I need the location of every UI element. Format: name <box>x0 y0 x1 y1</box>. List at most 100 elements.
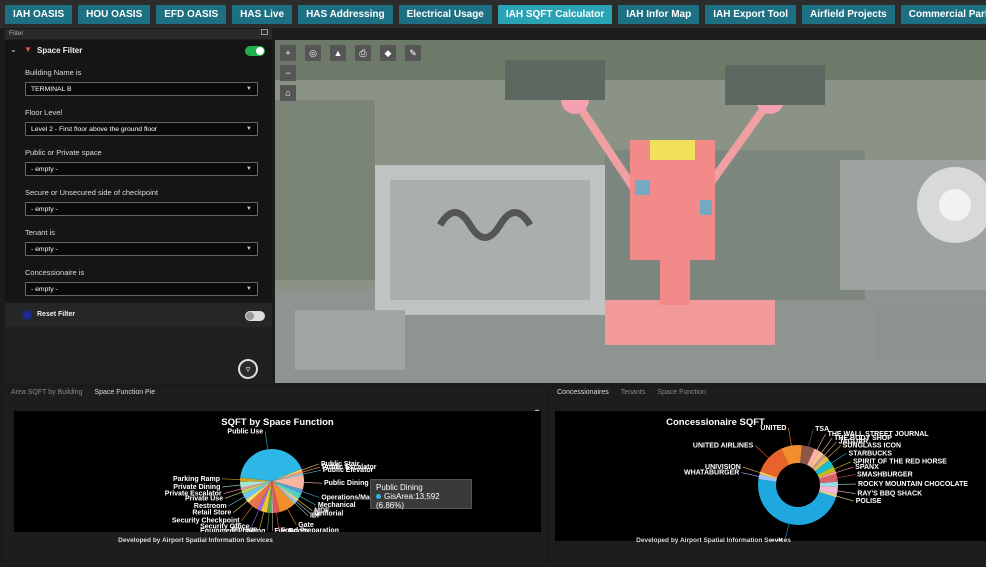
slice-label-7: Private Dining <box>173 484 220 491</box>
slice-label-12: SPANX <box>855 464 879 471</box>
home-button[interactable]: ⌂ <box>280 85 296 101</box>
leader-line-16 <box>836 495 854 502</box>
print-button[interactable]: ⎙ <box>355 45 371 61</box>
field-select-3[interactable]: - empty - ▼ <box>25 202 258 216</box>
chevron-down-icon: ▼ <box>246 126 252 132</box>
field-label-0: Building Name is <box>25 68 82 77</box>
leader-line-15 <box>837 490 856 494</box>
leader-line-12 <box>303 469 321 475</box>
tab-9[interactable]: Airfield Projects <box>802 5 895 24</box>
leader-line-11 <box>834 461 852 470</box>
slice-label-8: Parking Ramp <box>173 476 220 483</box>
bottom_right-tab-0[interactable]: Concessionaires <box>557 389 609 396</box>
field-value-4: - empty - <box>31 246 58 253</box>
locate-icon: ◎ <box>309 48 317 58</box>
leader-line-14 <box>302 491 320 498</box>
credit-text-2: Developed by Airport Spatial Information… <box>636 537 791 544</box>
app-window: IAH OASIS HOU OASIS EFD OASIS HAS Live HAS A… <box>0 0 986 567</box>
chevron-down-icon[interactable]: ⌄ <box>10 45 17 54</box>
pie-chart-title: SQFT by Space Function <box>221 417 334 428</box>
leader-line-2 <box>241 506 253 521</box>
bottom_left-tab-0[interactable]: Area SQFT by Building <box>11 389 82 396</box>
slice-label-14: ROCKY MOUNTAIN CHOCOLATE <box>858 481 968 488</box>
filter-action-button[interactable]: ▿ <box>238 359 258 379</box>
field-label-4: Tenant is <box>25 228 56 237</box>
measure-button[interactable]: ◆ <box>380 45 396 61</box>
chevron-down-icon: ▼ <box>246 86 252 92</box>
bottom-left-panel: Area SQFT by Building Space Function Pie … <box>5 388 546 567</box>
field-value-5: - empty - <box>31 286 58 293</box>
slice-label-13: SMASHBURGER <box>857 472 913 479</box>
tab-2[interactable]: EFD OASIS <box>156 5 227 24</box>
bottom-left-tabs: Area SQFT by Building Space Function Pie <box>5 388 546 399</box>
leader-line-9 <box>827 445 841 459</box>
series-color-dot <box>376 494 381 499</box>
tab-6[interactable]: IAH SQFT Calculator <box>497 5 613 24</box>
tab-bar: IAH OASIS HOU OASIS EFD OASIS HAS Live HAS A… <box>0 0 986 28</box>
leader-line-1 <box>251 510 260 527</box>
slice-label-9: SUNGLASS ICON <box>843 443 901 450</box>
leader-line-3 <box>233 501 248 513</box>
tab-7[interactable]: IAH Infor Map <box>618 5 700 24</box>
leader-line-6 <box>816 433 826 450</box>
reset-filter-bar: Reset Filter <box>5 303 272 327</box>
filter-body: ⌄ ▼ Space Filter Building Name is TERMINA… <box>5 40 272 303</box>
chevron-down-icon: ▼ <box>246 166 252 172</box>
reset-filter-label: Reset Filter <box>37 311 76 318</box>
tab-3[interactable]: HAS Live <box>232 5 293 24</box>
bottom_right-tab-2[interactable]: Space Function <box>657 389 706 396</box>
filter-icon: ▼ <box>24 45 32 54</box>
field-value-1: Level 2 - First floor above the ground f… <box>31 126 158 133</box>
tab-4[interactable]: HAS Addressing <box>298 5 393 24</box>
tooltip-value-row: GisArea:13,592 (6.86%) <box>376 492 466 510</box>
leader-line-13 <box>303 482 322 484</box>
measure-icon: ◆ <box>384 48 392 58</box>
bottom_right-tab-1[interactable]: Tenants <box>621 389 646 396</box>
leader-line-22 <box>267 512 270 531</box>
tab-8[interactable]: IAH Export Tool <box>705 5 797 24</box>
maximize-icon[interactable] <box>261 29 268 35</box>
leader-line-4 <box>788 427 792 446</box>
pie-chart: StorageSecurity OfficeSecurity Checkpoin… <box>165 428 403 535</box>
slice-label-2: UNIVISION <box>705 464 741 471</box>
zoom-in-button[interactable]: + <box>280 45 296 61</box>
leader-line-7 <box>222 484 241 488</box>
chevron-down-icon: ▼ <box>246 246 252 252</box>
tab-0[interactable]: IAH OASIS <box>5 5 73 24</box>
bottom_left-tab-1[interactable]: Space Function Pie <box>94 389 155 396</box>
slice-label-16: POLISE <box>856 498 882 505</box>
slice-label-3: UNITED AIRLINES <box>693 443 754 450</box>
donut-chart-title: Concessionaire SQFT <box>666 417 765 428</box>
tooltip-value: GisArea:13,592 (6.86%) <box>376 492 440 510</box>
home-icon: ⌂ <box>285 88 291 98</box>
slice-label-10: STARBUCKS <box>849 450 893 457</box>
leader-line-2 <box>742 466 761 473</box>
leader-line-0 <box>259 511 265 530</box>
field-label-3: Secure or Unsecured side of checkpoint <box>25 188 158 197</box>
slice-label-15: RAY'S BBQ SHACK <box>857 491 922 498</box>
locate-button[interactable]: ◎ <box>305 45 321 61</box>
field-select-0[interactable]: TERMINAL B ▼ <box>25 82 258 96</box>
field-select-5[interactable]: - empty - ▼ <box>25 282 258 296</box>
bottom-right-panel: Concessionaires Tenants Space Function Con… <box>551 388 986 567</box>
tab-10[interactable]: Commercial Parking <box>900 5 986 24</box>
tab-5[interactable]: Electrical Usage <box>398 5 492 24</box>
field-label-5: Concessionaire is <box>25 268 85 277</box>
pie-chart-box: SQFT by Space Function Storage Security O… <box>14 411 541 535</box>
draw-button[interactable]: ✎ <box>405 45 421 61</box>
tab-1[interactable]: HOU OASIS <box>78 5 151 24</box>
basemap-button[interactable]: ▲ <box>330 45 346 61</box>
field-value-2: - empty - <box>31 166 58 173</box>
reset-filter-toggle[interactable] <box>245 311 265 321</box>
leader-line-1 <box>741 472 759 477</box>
space-filter-toggle[interactable] <box>245 46 265 56</box>
layers-icon: ▲ <box>333 48 343 58</box>
leader-line-5 <box>224 491 243 499</box>
zoom-out-button[interactable]: − <box>280 65 296 81</box>
field-select-1[interactable]: Level 2 - First floor above the ground f… <box>25 122 258 136</box>
donut-chart: nullWHATABURGERUNIVISIONUNITED AIRLINESU… <box>684 425 968 546</box>
field-select-2[interactable]: - empty - ▼ <box>25 162 258 176</box>
tooltip-name: Public Dining <box>376 483 423 492</box>
field-select-4[interactable]: - empty - ▼ <box>25 242 258 256</box>
satellite-map[interactable]: + − ⌂ ◎ ▲ ⎙ ◆ ✎ <box>275 40 986 383</box>
